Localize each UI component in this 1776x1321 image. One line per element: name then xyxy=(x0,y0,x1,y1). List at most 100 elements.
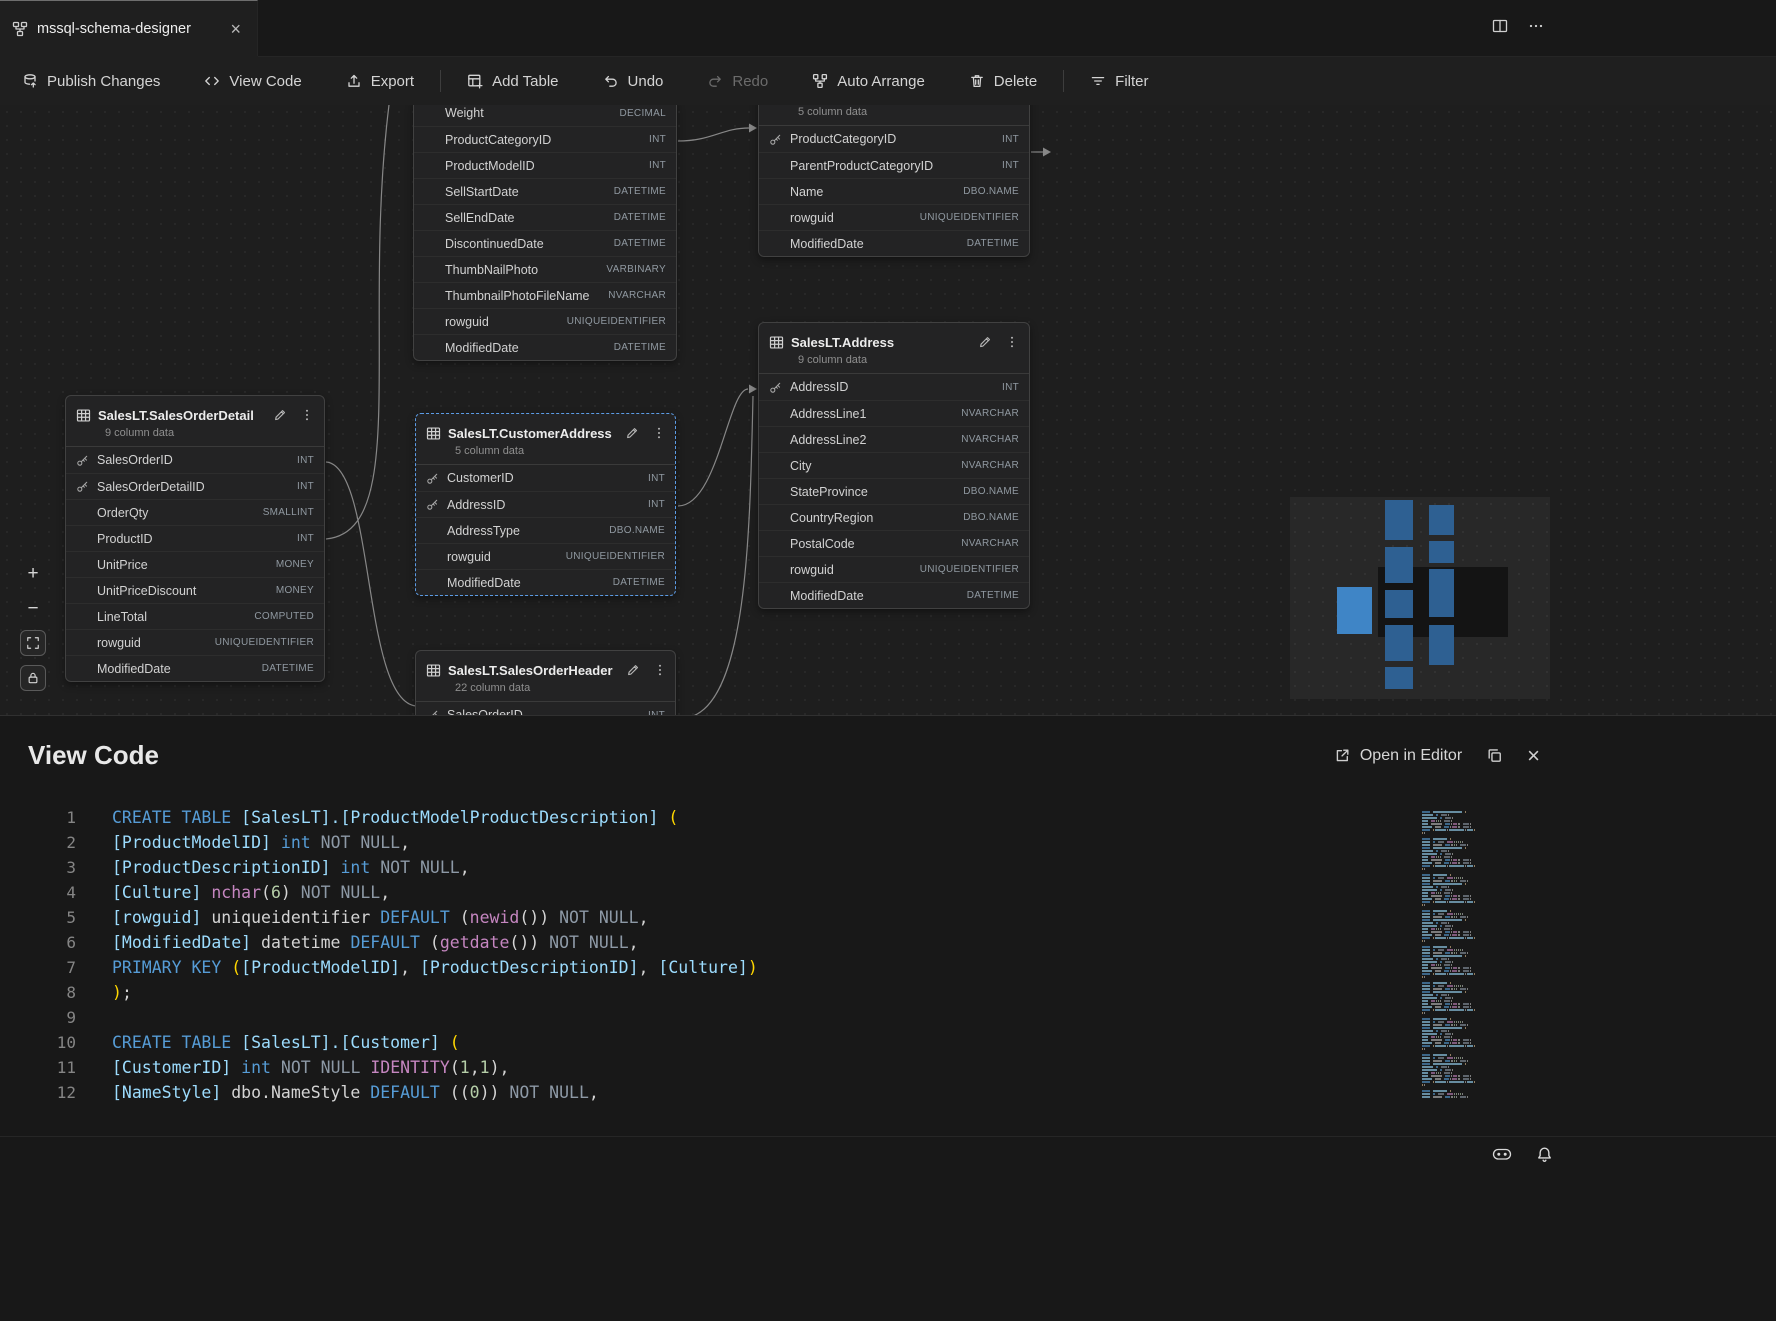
close-panel-button[interactable]: × xyxy=(1527,745,1540,767)
notifications-button[interactable] xyxy=(1536,1146,1553,1168)
table-menu-button[interactable] xyxy=(653,663,667,677)
edit-table-button[interactable] xyxy=(978,335,992,349)
column-name: ProductModelID xyxy=(445,159,649,173)
edit-table-button[interactable] xyxy=(626,663,640,677)
table-node-product-category-partial[interactable]: 5 column data ProductCategoryID INT Pare… xyxy=(758,105,1030,257)
more-actions-button[interactable] xyxy=(1528,18,1544,39)
toolbar-redo-button[interactable]: Redo xyxy=(707,73,768,90)
table-column[interactable]: SellEndDate DATETIME xyxy=(414,204,676,230)
panel-footer-divider xyxy=(0,1136,1776,1137)
column-name: rowguid xyxy=(790,563,920,577)
table-column[interactable]: CustomerID INT xyxy=(416,465,675,491)
schema-canvas[interactable]: + − Weight DECIMAL ProductCategoryID INT … xyxy=(0,105,1776,715)
table-menu-button[interactable] xyxy=(1005,335,1019,349)
table-column[interactable]: SalesOrderID INT xyxy=(416,702,675,715)
edit-table-button[interactable] xyxy=(273,408,287,422)
fit-view-button[interactable] xyxy=(20,630,46,656)
table-column[interactable]: rowguid UNIQUEIDENTIFIER xyxy=(759,204,1029,230)
table-column[interactable]: rowguid UNIQUEIDENTIFIER xyxy=(759,556,1029,582)
table-column[interactable]: AddressLine1 NVARCHAR xyxy=(759,400,1029,426)
column-type: DATETIME xyxy=(262,663,314,674)
copilot-button[interactable] xyxy=(1492,1144,1512,1169)
table-column[interactable]: SellStartDate DATETIME xyxy=(414,178,676,204)
table-menu-button[interactable] xyxy=(652,426,666,440)
table-column[interactable]: ModifiedDate DATETIME xyxy=(416,569,675,595)
table-column[interactable]: UnitPrice MONEY xyxy=(66,551,324,577)
column-type: DATETIME xyxy=(967,590,1019,601)
table-column[interactable]: ModifiedDate DATETIME xyxy=(66,655,324,681)
zoom-out-button[interactable]: − xyxy=(20,595,46,621)
table-column[interactable]: ProductCategoryID INT xyxy=(759,126,1029,152)
table-column[interactable]: ProductModelID INT xyxy=(414,152,676,178)
code-line: 3[ProductDescriptionID] int NOT NULL, xyxy=(0,855,1776,880)
column-name: AddressLine1 xyxy=(790,407,961,421)
table-column[interactable]: rowguid UNIQUEIDENTIFIER xyxy=(416,543,675,569)
table-column[interactable]: ProductCategoryID INT xyxy=(414,126,676,152)
table-column[interactable]: AddressID INT xyxy=(416,491,675,517)
column-type: INT xyxy=(297,455,314,466)
column-type: INT xyxy=(297,481,314,492)
column-type: NVARCHAR xyxy=(961,460,1019,471)
table-node-product-partial[interactable]: Weight DECIMAL ProductCategoryID INT Pro… xyxy=(413,105,677,361)
table-column[interactable]: CountryRegion DBO.NAME xyxy=(759,504,1029,530)
table-column[interactable]: ParentProductCategoryID INT xyxy=(759,152,1029,178)
table-node-address[interactable]: SalesLT.Address 9 column data AddressID … xyxy=(758,322,1030,609)
open-in-editor-button[interactable]: Open in Editor xyxy=(1334,747,1462,765)
table-column[interactable]: OrderQty SMALLINT xyxy=(66,499,324,525)
column-name: Weight xyxy=(445,106,619,120)
edit-table-button[interactable] xyxy=(625,426,639,440)
toolbar-publish-changes-button[interactable]: Publish Changes xyxy=(22,73,160,90)
table-column[interactable]: rowguid UNIQUEIDENTIFIER xyxy=(66,629,324,655)
toolbar-export-button[interactable]: Export xyxy=(346,73,414,90)
canvas-minimap[interactable] xyxy=(1290,497,1550,699)
kebab-icon xyxy=(300,408,314,422)
table-column[interactable]: DiscontinuedDate DATETIME xyxy=(414,230,676,256)
table-column[interactable]: AddressID INT xyxy=(759,374,1029,400)
table-column[interactable]: AddressLine2 NVARCHAR xyxy=(759,426,1029,452)
table-column[interactable]: UnitPriceDiscount MONEY xyxy=(66,577,324,603)
zoom-in-button[interactable]: + xyxy=(20,560,46,586)
column-type: DATETIME xyxy=(614,186,666,197)
column-name: Name xyxy=(790,185,963,199)
column-type: DATETIME xyxy=(614,342,666,353)
table-column[interactable]: Name DBO.NAME xyxy=(759,178,1029,204)
tab-close-icon[interactable]: × xyxy=(226,18,245,40)
table-column[interactable]: Weight DECIMAL xyxy=(414,105,676,126)
table-column[interactable]: ModifiedDate DATETIME xyxy=(759,230,1029,256)
table-column[interactable]: ModifiedDate DATETIME xyxy=(414,334,676,360)
code-minimap[interactable] xyxy=(1422,811,1492,1109)
table-column[interactable]: PostalCode NVARCHAR xyxy=(759,530,1029,556)
table-column[interactable]: SalesOrderDetailID INT xyxy=(66,473,324,499)
table-column[interactable]: SalesOrderID INT xyxy=(66,447,324,473)
table-menu-button[interactable] xyxy=(300,408,314,422)
toolbar-undo-button[interactable]: Undo xyxy=(603,73,664,90)
toolbar-view-code-button[interactable]: View Code xyxy=(204,73,301,90)
toolbar-filter-button[interactable]: Filter xyxy=(1090,73,1148,90)
table-column[interactable]: ProductID INT xyxy=(66,525,324,551)
table-node-customer-address[interactable]: SalesLT.CustomerAddress 5 column data Cu… xyxy=(415,413,676,596)
table-column[interactable]: LineTotal COMPUTED xyxy=(66,603,324,629)
table-column[interactable]: rowguid UNIQUEIDENTIFIER xyxy=(414,308,676,334)
table-column[interactable]: City NVARCHAR xyxy=(759,452,1029,478)
toolbar-auto-arrange-button[interactable]: Auto Arrange xyxy=(812,73,925,90)
tab-mssql-schema-designer[interactable]: mssql-schema-designer × xyxy=(0,0,258,56)
column-type: DATETIME xyxy=(613,577,665,588)
table-column[interactable]: ThumbnailPhotoFileName NVARCHAR xyxy=(414,282,676,308)
copy-code-button[interactable] xyxy=(1486,747,1503,764)
table-column[interactable]: ModifiedDate DATETIME xyxy=(759,582,1029,608)
toolbar-delete-button[interactable]: Delete xyxy=(969,73,1037,90)
toolbar: Publish Changes View Code Export Add Table U… xyxy=(0,57,1776,105)
table-node-sales-order-detail[interactable]: SalesLT.SalesOrderDetail 9 column data S… xyxy=(65,395,325,682)
code-editor[interactable]: 1CREATE TABLE [SalesLT].[ProductModelPro… xyxy=(0,805,1776,1105)
lock-button[interactable] xyxy=(20,665,46,691)
table-column[interactable]: ThumbNailPhoto VARBINARY xyxy=(414,256,676,282)
table-column[interactable]: StateProvince DBO.NAME xyxy=(759,478,1029,504)
delete-icon xyxy=(969,73,985,89)
split-editor-button[interactable] xyxy=(1492,18,1508,39)
table-column[interactable]: AddressType DBO.NAME xyxy=(416,517,675,543)
toolbar-add-table-button[interactable]: Add Table xyxy=(467,73,558,90)
code-minimap-row xyxy=(1422,1096,1492,1099)
table-node-sales-order-header-partial[interactable]: SalesLT.SalesOrderHeader 22 column data … xyxy=(415,650,676,715)
line-number: 2 xyxy=(0,833,76,852)
column-name: CountryRegion xyxy=(790,511,963,525)
